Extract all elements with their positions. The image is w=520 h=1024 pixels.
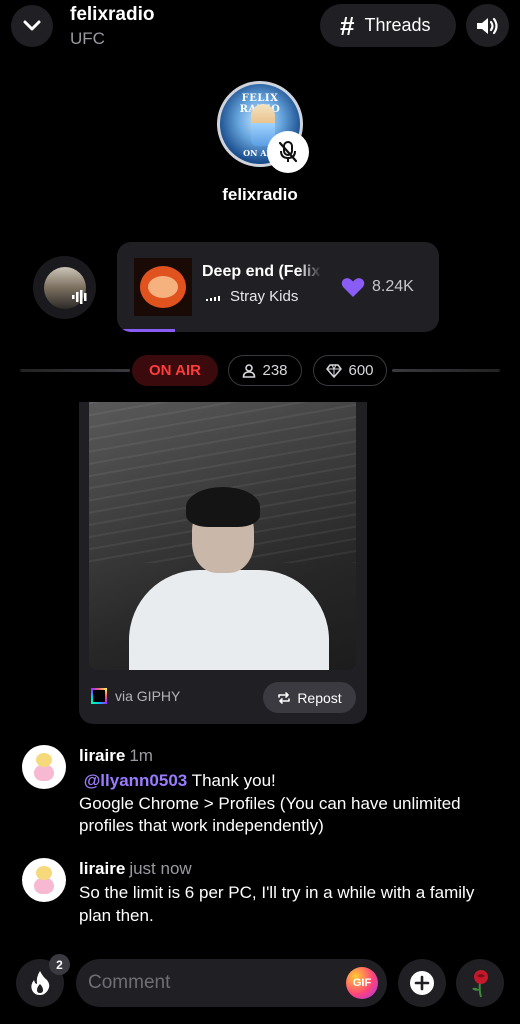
album-cover bbox=[134, 258, 192, 316]
comment-first-line: @llyann0503 Thank you! bbox=[79, 770, 499, 793]
divider-left bbox=[20, 369, 130, 372]
gif-message-card: via GIPHY Repost bbox=[79, 402, 367, 724]
host-name: felixradio bbox=[222, 185, 298, 204]
volume-button[interactable] bbox=[466, 4, 509, 47]
comment-time: just now bbox=[129, 859, 192, 878]
fire-icon bbox=[31, 971, 50, 995]
threads-label: Threads bbox=[364, 15, 431, 35]
repost-label: Repost bbox=[297, 689, 342, 706]
comment-box: GIF bbox=[76, 959, 387, 1007]
hash-icon: # bbox=[340, 10, 355, 41]
comment-mention[interactable]: @llyann0503 bbox=[84, 771, 188, 790]
room-title: felixradio bbox=[70, 4, 155, 25]
comment-header: liraire 1m bbox=[79, 746, 153, 766]
gif-attribution: via GIPHY bbox=[91, 688, 180, 704]
heart-icon[interactable] bbox=[341, 277, 365, 298]
mic-muted-badge bbox=[267, 131, 309, 173]
diamond-icon bbox=[326, 363, 343, 378]
comment-text-after-mention: Thank you! bbox=[187, 771, 276, 790]
comment-username[interactable]: liraire bbox=[79, 859, 125, 878]
mic-off-icon bbox=[278, 141, 298, 163]
repost-button[interactable]: Repost bbox=[263, 682, 356, 713]
playing-bars-icon bbox=[206, 296, 220, 301]
comment-body: @llyann0503 Thank you! Google Chrome > P… bbox=[79, 770, 499, 838]
plus-icon bbox=[410, 971, 434, 995]
commenter-avatar[interactable] bbox=[22, 858, 66, 902]
song-title: Deep end (Felix Solo) bbox=[202, 263, 322, 280]
fire-count-badge: 2 bbox=[49, 954, 70, 975]
diamond-count-pill[interactable]: 600 bbox=[313, 355, 387, 386]
speaker-icon bbox=[476, 17, 498, 34]
diamond-count: 600 bbox=[348, 362, 374, 379]
comment-input[interactable] bbox=[88, 959, 338, 1007]
song-artist: Stray Kids bbox=[230, 288, 299, 305]
add-button[interactable] bbox=[398, 959, 446, 1007]
rose-icon bbox=[472, 970, 488, 998]
threads-button[interactable]: # Threads bbox=[320, 4, 456, 47]
comment-username[interactable]: liraire bbox=[79, 746, 125, 765]
commenter-avatar[interactable] bbox=[22, 745, 66, 789]
listener-avatar[interactable] bbox=[33, 256, 96, 319]
giphy-logo-icon bbox=[91, 688, 107, 704]
collapse-button[interactable] bbox=[11, 5, 53, 47]
song-progress-fill bbox=[117, 329, 175, 332]
comment-time: 1m bbox=[129, 746, 153, 765]
person-icon bbox=[243, 363, 256, 378]
comment-text: Google Chrome > Profiles (You can have u… bbox=[79, 793, 461, 836]
listener-count: 238 bbox=[262, 362, 288, 379]
listener-count-pill[interactable]: 238 bbox=[228, 355, 302, 386]
gif-via-text: via GIPHY bbox=[115, 688, 181, 704]
like-count: 8.24K bbox=[372, 278, 414, 295]
repost-icon bbox=[278, 691, 291, 704]
song-progress-bar bbox=[117, 329, 439, 332]
gif-button[interactable]: GIF bbox=[346, 967, 378, 999]
comment-header: liraire just now bbox=[79, 859, 192, 879]
room-subtitle: UFC bbox=[70, 29, 105, 48]
chevron-down-icon bbox=[23, 20, 41, 31]
comment-text: So the limit is 6 per PC, I'll try in a … bbox=[79, 883, 475, 925]
gif-image[interactable] bbox=[89, 402, 356, 670]
now-playing-card[interactable]: Deep end (Felix Solo) Stray Kids 8.24K bbox=[117, 242, 439, 332]
divider-right bbox=[392, 369, 500, 372]
on-air-badge: ON AIR bbox=[132, 355, 218, 386]
audio-wave-icon bbox=[72, 290, 87, 304]
rose-gift-button[interactable] bbox=[456, 959, 504, 1007]
